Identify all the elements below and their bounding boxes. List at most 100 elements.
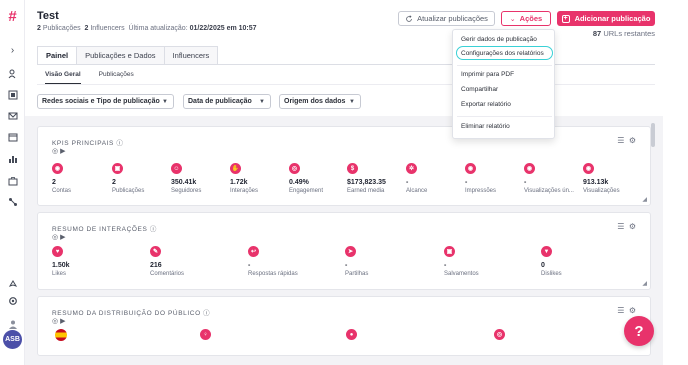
interaction-value: - — [444, 262, 447, 269]
publication-date-filter[interactable]: Data de publicação ▼ — [183, 94, 271, 109]
menu-item-print-pdf[interactable]: Imprimir para PDF — [461, 71, 514, 78]
content-scrollbar[interactable] — [651, 123, 655, 147]
rocket-icon[interactable] — [5, 277, 20, 292]
refresh-publications-button[interactable]: Atualizar publicações — [398, 11, 495, 26]
gear-icon[interactable]: ⚙ — [629, 222, 636, 231]
menu-divider — [457, 65, 552, 66]
settings-icon[interactable] — [5, 293, 20, 308]
tab-publicacoes-dados[interactable]: Publicações e Dados — [76, 46, 165, 64]
interaction-label: Likes — [52, 271, 67, 277]
kpi-value: - — [524, 179, 527, 186]
user-icon[interactable] — [5, 316, 20, 331]
analytics-icon[interactable] — [5, 151, 20, 166]
kpi-accounts: ◉ 2 Contas — [52, 163, 71, 194]
calendar-icon[interactable] — [5, 129, 20, 144]
page-title: Test — [37, 10, 59, 22]
add-publication-button[interactable]: + Adicionar publicação — [557, 11, 655, 26]
subtab-publicacoes[interactable]: Publicações — [99, 71, 134, 85]
interactions-title-text: RESUMO DE INTERAÇÕES — [52, 226, 148, 233]
interactions-icon: ✋ — [230, 163, 241, 174]
filter-settings-icon[interactable]: ☰ — [617, 136, 624, 145]
kpi-value: - — [465, 179, 468, 186]
engagement-icon: ◎ — [289, 163, 300, 174]
sidebar: # › ASB — [0, 0, 25, 365]
kpi-label: Visualizações ún... — [524, 188, 574, 194]
kpi-value: 913.13k — [583, 179, 609, 186]
kpi-label: Engagement — [289, 188, 324, 194]
menu-item-report-settings[interactable]: Configurações dos relatórios — [461, 50, 544, 57]
tab-influencers[interactable]: Influencers — [163, 46, 219, 64]
app-root: # › ASB Test 2 Publicações 2 Influencers… — [0, 0, 688, 365]
instagram-icon: ◎ — [52, 234, 59, 241]
remaining-urls-count: 87 — [592, 29, 602, 38]
gear-icon[interactable]: ⚙ — [629, 306, 636, 315]
resize-handle[interactable]: ◢ — [642, 280, 647, 287]
audience-title: RESUMO DA DISTRIBUIÇÃO DO PÚBLICO ⓘ — [52, 307, 210, 317]
instagram-icon: ◎ — [494, 329, 505, 340]
sub-tabs: Visão Geral Publicações — [45, 71, 152, 85]
menu-item-delete-report[interactable]: Eliminar relatório — [461, 123, 510, 130]
avatar[interactable]: ASB — [3, 330, 22, 349]
social-network-filter-label: Redes sociais e Tipo de publicação — [42, 98, 160, 105]
interactions-title: RESUMO DE INTERAÇÕES ⓘ — [52, 223, 157, 233]
kpi-label: Visualizações — [583, 188, 620, 194]
filter-settings-icon[interactable]: ☰ — [617, 306, 624, 315]
main-tabs: Painel Publicações e Dados Influencers — [37, 46, 219, 64]
kpis-title-text: KPIS PRINCIPAIS — [52, 140, 114, 147]
help-chat-button[interactable]: ? — [624, 316, 654, 346]
audience-gender: ♀ — [200, 329, 211, 340]
help-icon[interactable]: ⓘ — [116, 140, 123, 147]
interaction-label: Partilhas — [345, 271, 369, 277]
publication-count: 2 — [37, 25, 41, 32]
logo-icon[interactable]: # — [5, 8, 20, 25]
menu-item-share[interactable]: Compartilhar — [461, 86, 498, 93]
mail-icon[interactable] — [5, 108, 20, 123]
reach-icon: ✲ — [406, 163, 417, 174]
chevron-right-icon[interactable]: › — [5, 43, 20, 58]
interaction-comments: ✎ 216 Comentários — [150, 246, 184, 277]
data-origin-filter[interactable]: Origem dos dados ▼ — [279, 94, 361, 109]
chevron-down-icon: ⌄ — [509, 15, 516, 23]
interaction-label: Dislikes — [541, 271, 562, 277]
briefcase-icon[interactable] — [5, 173, 20, 188]
network-icon[interactable] — [5, 194, 20, 209]
heart-icon: ♥ — [52, 246, 63, 257]
instagram-icon: ◎ — [52, 148, 59, 155]
add-publication-label: Adicionar publicação — [574, 14, 651, 23]
kpi-reach: ✲ - Alcance — [406, 163, 427, 194]
interaction-label: Respostas rápidas — [248, 271, 298, 277]
plus-square-icon: + — [561, 14, 570, 23]
dollar-icon: $ — [347, 163, 358, 174]
kpi-label: Impressões — [465, 188, 497, 194]
youtube-icon: ▶ — [60, 148, 66, 155]
help-icon[interactable]: ⓘ — [203, 310, 210, 317]
refresh-publications-label: Atualizar publicações — [417, 14, 488, 23]
users-icon[interactable] — [5, 66, 20, 81]
gear-icon[interactable]: ⚙ — [629, 136, 636, 145]
kpi-value: 2 — [52, 179, 56, 186]
reports-icon[interactable] — [5, 87, 20, 102]
resize-handle[interactable]: ◢ — [642, 196, 647, 203]
interaction-value: - — [248, 262, 251, 269]
kpi-label: Contas — [52, 188, 72, 194]
actions-button[interactable]: ⌄ Ações — [501, 11, 551, 26]
interaction-quick-replies: ↩ - Respostas rápidas — [248, 246, 298, 277]
kpis-card: KPIS PRINCIPAIS ⓘ ◎ ▶ ☰ ⚙ ◉ 2 Contas ▣ 2… — [37, 126, 651, 206]
youtube-icon: ▶ — [60, 318, 66, 325]
menu-item-export-report[interactable]: Exportar relatório — [461, 101, 511, 108]
tab-painel[interactable]: Painel — [37, 46, 78, 64]
kpi-value: 350.41k — [171, 179, 197, 186]
card-tools: ☰ ⚙ — [617, 222, 636, 231]
share-icon: ➤ — [345, 246, 356, 257]
subtab-visao-geral[interactable]: Visão Geral — [45, 71, 81, 85]
social-network-filter[interactable]: Redes sociais e Tipo de publicação ▼ — [37, 94, 174, 109]
help-icon[interactable]: ⓘ — [150, 226, 157, 233]
interaction-saves: ▣ - Salvamentos — [444, 246, 479, 277]
interaction-likes: ♥ 1.50k Likes — [52, 246, 70, 277]
audience-country — [55, 329, 67, 341]
filter-settings-icon[interactable]: ☰ — [617, 222, 624, 231]
data-origin-filter-label: Origem dos dados — [284, 98, 346, 105]
menu-item-manage-publication-data[interactable]: Gerir dados de publicação — [461, 36, 537, 43]
instagram-icon: ◎ — [52, 318, 59, 325]
publication-count-label: Publicações — [42, 25, 81, 32]
